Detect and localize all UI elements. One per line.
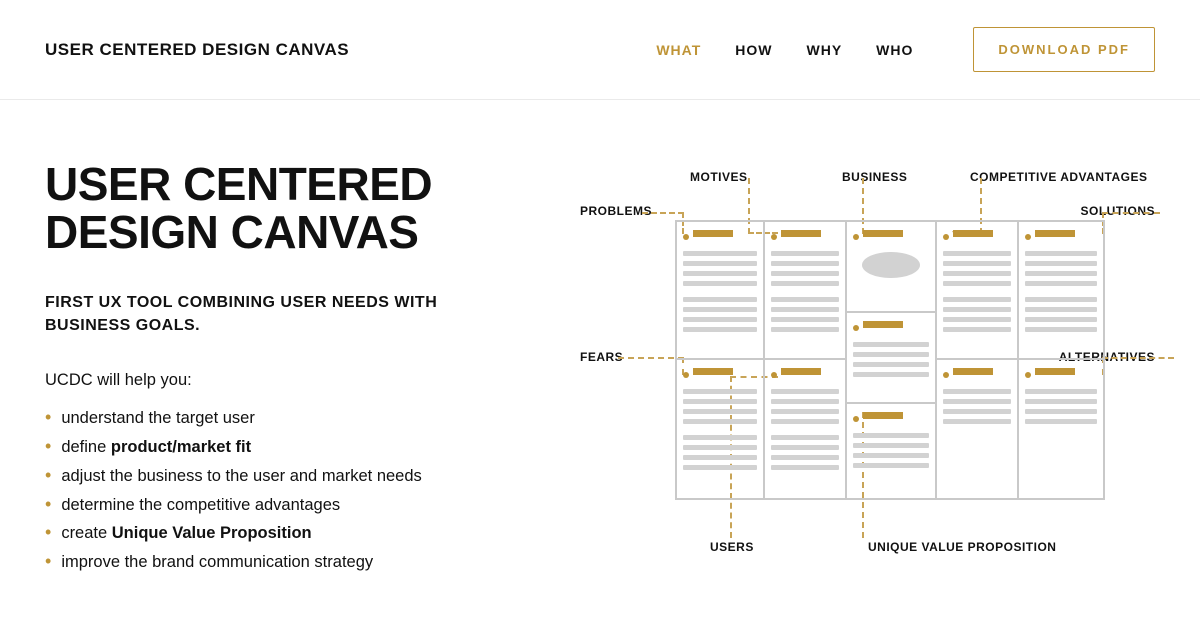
benefit-item: define product/market fit xyxy=(45,433,540,462)
cell-advantages xyxy=(937,222,1017,360)
hero-title: USER CENTERED DESIGN CANVAS xyxy=(45,160,540,257)
cell-alternatives xyxy=(1019,360,1103,498)
benefit-item: understand the target user xyxy=(45,404,540,433)
benefit-item: create Unique Value Proposition xyxy=(45,519,540,548)
col-solutions xyxy=(1019,222,1103,498)
benefits-intro: UCDC will help you: xyxy=(45,371,540,390)
cell-problems xyxy=(677,222,763,360)
cell-uvp xyxy=(847,404,935,498)
cell-motives xyxy=(765,222,845,360)
hero-tagline: FIRST UX TOOL COMBINING USER NEEDS WITH … xyxy=(45,291,445,337)
label-business: BUSINESS xyxy=(842,170,907,184)
col-motives xyxy=(765,222,847,498)
canvas-diagram: MOTIVES BUSINESS COMPETITIVE ADVANTAGES … xyxy=(580,160,1155,577)
nav-who[interactable]: WHO xyxy=(876,42,913,58)
cell-solutions xyxy=(1019,222,1103,360)
main-content: USER CENTERED DESIGN CANVAS FIRST UX TOO… xyxy=(0,100,1200,577)
col-problems xyxy=(677,222,765,498)
col-advantages xyxy=(937,222,1019,498)
nav-how[interactable]: HOW xyxy=(735,42,772,58)
col-business xyxy=(847,222,937,498)
hero-text: USER CENTERED DESIGN CANVAS FIRST UX TOO… xyxy=(45,160,540,577)
benefit-item: improve the brand communication strategy xyxy=(45,548,540,577)
cell-business xyxy=(847,222,935,313)
label-advantages: COMPETITIVE ADVANTAGES xyxy=(970,170,1147,184)
primary-nav: WHAT HOW WHY WHO DOWNLOAD PDF xyxy=(656,27,1155,72)
label-fears: FEARS xyxy=(580,350,623,364)
nav-why[interactable]: WHY xyxy=(807,42,843,58)
label-problems: PROBLEMS xyxy=(580,204,652,218)
label-motives: MOTIVES xyxy=(690,170,748,184)
label-uvp: UNIQUE VALUE PROPOSITION xyxy=(868,540,1056,554)
canvas-frame xyxy=(675,220,1105,500)
site-header: USER CENTERED DESIGN CANVAS WHAT HOW WHY… xyxy=(0,0,1200,100)
hero-title-line1: USER CENTERED xyxy=(45,158,432,210)
benefit-item: determine the competitive advantages xyxy=(45,491,540,520)
cell-users xyxy=(765,360,845,498)
nav-what[interactable]: WHAT xyxy=(656,42,701,58)
benefits-list: understand the target user define produc… xyxy=(45,404,540,577)
benefit-item: adjust the business to the user and mark… xyxy=(45,462,540,491)
label-users: USERS xyxy=(710,540,754,554)
label-solutions: SOLUTIONS xyxy=(1080,204,1155,218)
cell-fears xyxy=(677,360,763,498)
site-logo: USER CENTERED DESIGN CANVAS xyxy=(45,40,349,60)
download-pdf-button[interactable]: DOWNLOAD PDF xyxy=(973,27,1155,72)
cell-mid xyxy=(847,313,935,404)
cell-adv-bottom xyxy=(937,360,1017,498)
hero-title-line2: DESIGN CANVAS xyxy=(45,206,418,258)
